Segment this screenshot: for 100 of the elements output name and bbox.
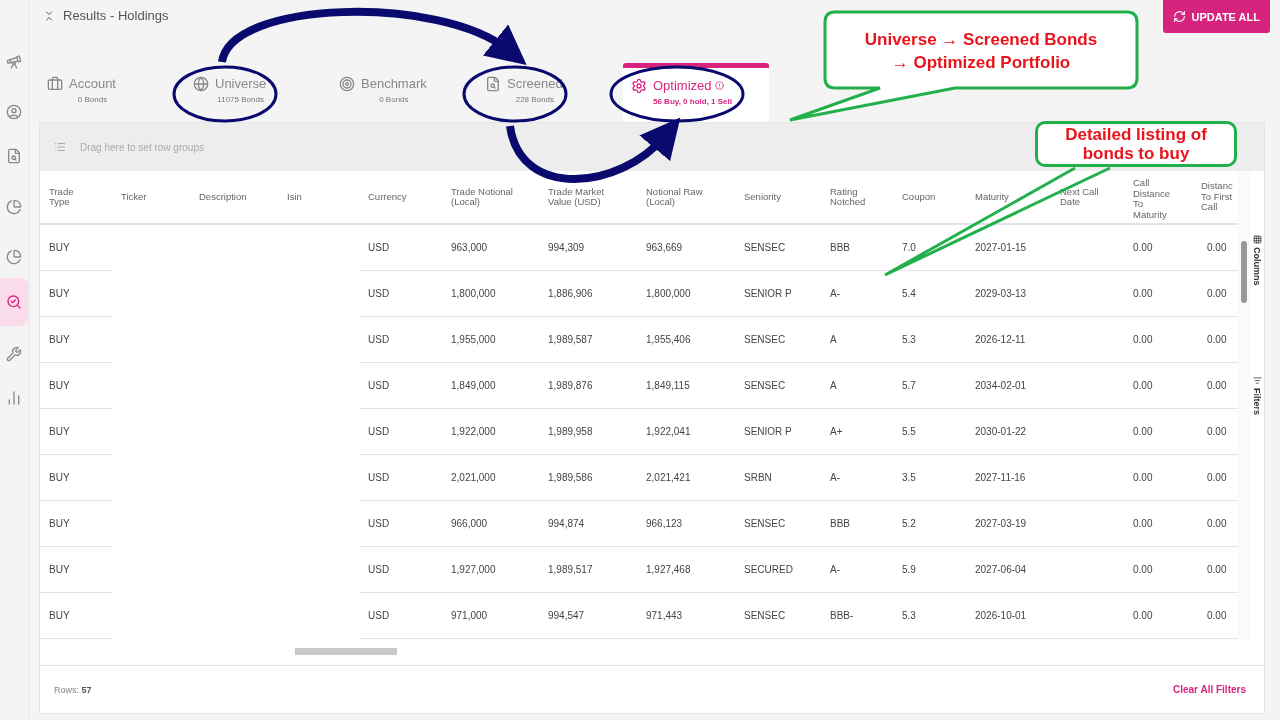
column-header[interactable]: Coupon <box>893 171 966 225</box>
update-all-button[interactable]: UPDATE ALL <box>1162 0 1270 33</box>
table-cell: BBB- <box>821 593 893 639</box>
table-cell: 1,989,876 <box>539 363 637 409</box>
sidebar-item[interactable] <box>0 278 28 326</box>
table-cell: 1,989,958 <box>539 409 637 455</box>
column-header[interactable]: Description <box>190 171 278 225</box>
table-cell: 994,874 <box>539 501 637 547</box>
tab[interactable]: Account 0 Bonds <box>39 66 185 122</box>
horizontal-scrollbar[interactable] <box>295 648 397 655</box>
table-cell: 1,927,468 <box>637 547 735 593</box>
table-cell: 5.5 <box>893 409 966 455</box>
column-header[interactable]: Isin <box>278 171 359 225</box>
nav-icon <box>6 199 22 215</box>
nav-icon <box>6 346 22 362</box>
nav-icon <box>6 249 22 265</box>
tab-label: Universe <box>215 76 267 91</box>
table-cell: 0.00 <box>1124 271 1198 317</box>
table-cell: 971,000 <box>442 593 539 639</box>
nav-icon <box>6 104 22 120</box>
table-cell: 2027-01-15 <box>966 225 1051 271</box>
tab[interactable]: Screened 228 Bonds <box>477 66 623 122</box>
table-cell: 0.00 <box>1124 593 1198 639</box>
table-cell: USD <box>359 409 442 455</box>
table-cell: A- <box>821 271 893 317</box>
tab[interactable]: Optimized 56 Buy, 0 hold, 1 Sell <box>623 63 769 122</box>
table-cell: 2030-01-22 <box>966 409 1051 455</box>
table-cell: 1,989,586 <box>539 455 637 501</box>
table-cell: A <box>821 363 893 409</box>
collapse-icon[interactable] <box>43 9 55 22</box>
table-cell: 0.00 <box>1124 547 1198 593</box>
column-header[interactable]: Notional Raw (Local) <box>637 171 735 225</box>
bond-count: 0 Bonds <box>76 95 109 104</box>
tab[interactable]: Benchmark 0 Bonds <box>331 66 477 122</box>
side-panel-tab[interactable]: Columns <box>1252 235 1262 286</box>
table-cell: 1,800,000 <box>637 271 735 317</box>
table-cell: USD <box>359 225 442 271</box>
table-cell: BUY <box>40 501 112 547</box>
table-cell: 971,443 <box>637 593 735 639</box>
column-header[interactable]: Call Distance To Maturity <box>1124 171 1198 225</box>
table-cell: 963,000 <box>442 225 539 271</box>
table-cell: 2026-12-11 <box>966 317 1051 363</box>
column-header[interactable]: Ticker <box>112 171 190 225</box>
table-cell: 1,989,587 <box>539 317 637 363</box>
table-cell: BUY <box>40 547 112 593</box>
table-cell: 5.3 <box>893 317 966 363</box>
column-header[interactable]: Trade Notional (Local) <box>442 171 539 225</box>
table-cell: 5.7 <box>893 363 966 409</box>
tab-icon <box>47 76 63 92</box>
nav-icon <box>6 294 22 310</box>
table-cell: 0.00 <box>1124 363 1198 409</box>
tab[interactable]: Universe 11075 Bonds <box>185 66 331 122</box>
table-cell: SENSEC <box>735 225 821 271</box>
table-cell: 1,886,906 <box>539 271 637 317</box>
row-count: Rows: 57 <box>54 684 92 695</box>
table-cell: BUY <box>40 593 112 639</box>
side-panel-tab[interactable]: Filters <box>1252 375 1262 415</box>
tab-label: Benchmark <box>361 76 427 91</box>
table-cell: USD <box>359 593 442 639</box>
table-cell: BUY <box>40 455 112 501</box>
table-cell: 0.00 <box>1124 409 1198 455</box>
table-cell: 2026-10-01 <box>966 593 1051 639</box>
clear-filters-link[interactable]: Clear All Filters <box>1173 684 1246 695</box>
table-cell: BBB <box>821 501 893 547</box>
table-cell: 2027-11-16 <box>966 455 1051 501</box>
table-cell: SENSEC <box>735 501 821 547</box>
table-cell: 1,955,000 <box>442 317 539 363</box>
table-cell: 1,955,406 <box>637 317 735 363</box>
table-cell: SENSEC <box>735 593 821 639</box>
column-header[interactable]: Trade Type <box>40 171 112 225</box>
bond-count: 228 Bonds <box>514 95 555 104</box>
table-cell: SECURED <box>735 547 821 593</box>
table-cell: SENIOR P <box>735 271 821 317</box>
vertical-scrollbar[interactable] <box>1238 171 1250 639</box>
column-header[interactable]: Currency <box>359 171 442 225</box>
tab-icon <box>485 76 501 92</box>
table-cell: 966,000 <box>442 501 539 547</box>
column-header[interactable]: Trade Market Value (USD) <box>539 171 637 225</box>
table-cell: 5.2 <box>893 501 966 547</box>
table-cell: 994,547 <box>539 593 637 639</box>
grid-icon <box>1252 235 1262 244</box>
table-cell: 2034-02-01 <box>966 363 1051 409</box>
column-header[interactable]: Maturity <box>966 171 1051 225</box>
table-cell: 2027-03-19 <box>966 501 1051 547</box>
table-cell: 1,922,041 <box>637 409 735 455</box>
table-cell: A <box>821 317 893 363</box>
table-cell: 0.00 <box>1124 317 1198 363</box>
table-cell: 0.00 <box>1124 225 1198 271</box>
table-cell: BBB <box>821 225 893 271</box>
table-cell: SENIOR P <box>735 409 821 455</box>
tab-icon <box>193 76 209 92</box>
table-cell: USD <box>359 455 442 501</box>
column-header[interactable]: Seniority <box>735 171 821 225</box>
table-cell: BUY <box>40 317 112 363</box>
bond-count: 56 Buy, 0 hold, 1 Sell <box>653 97 732 106</box>
table-cell: BUY <box>40 271 112 317</box>
column-header[interactable]: Rating Notched <box>821 171 893 225</box>
table-cell: 3.5 <box>893 455 966 501</box>
nav-icon <box>6 54 22 70</box>
tab-label: Screened <box>507 76 563 91</box>
